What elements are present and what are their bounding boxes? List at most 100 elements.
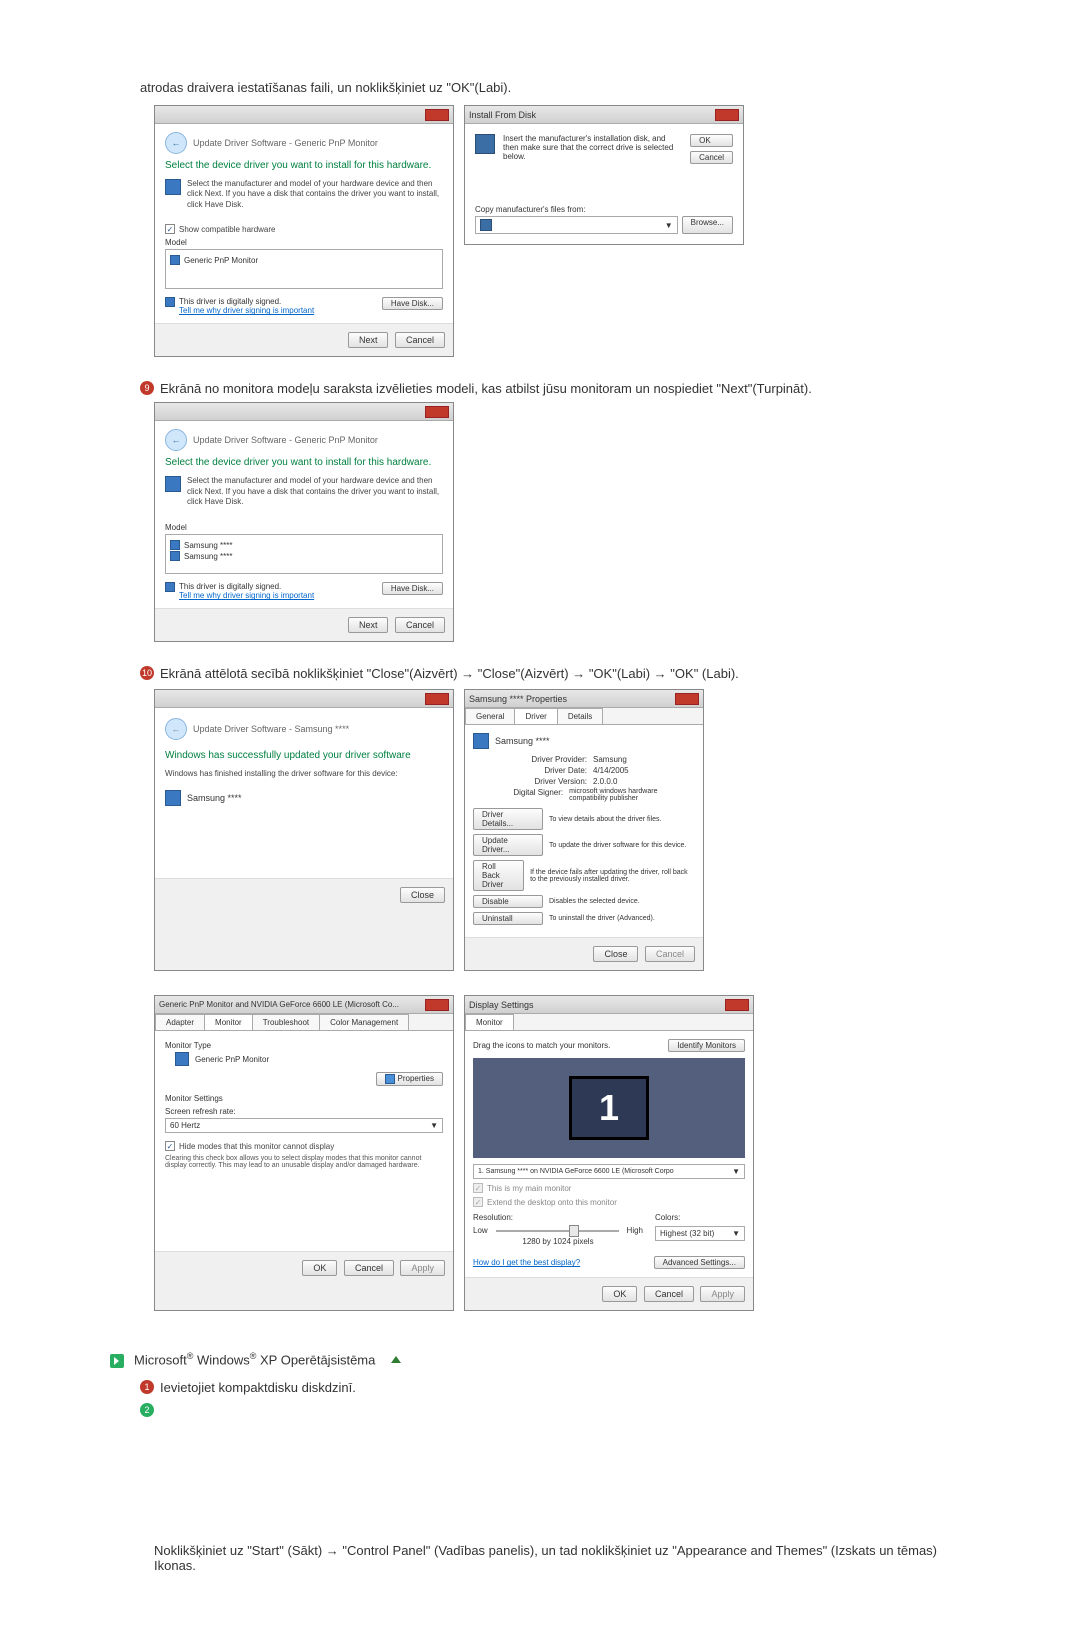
ok-button[interactable]: OK: [690, 134, 733, 147]
hide-modes-check[interactable]: ✓ Hide modes that this monitor cannot di…: [165, 1141, 443, 1151]
model-item[interactable]: Samsung ****: [184, 541, 232, 550]
chevron-down-icon[interactable]: ▼: [732, 1229, 740, 1238]
identify-button[interactable]: Identify Monitors: [668, 1039, 745, 1052]
step-10-text: Ekrānā attēlotā secībā noklikšķiniet "Cl…: [160, 666, 739, 681]
have-disk-button[interactable]: Have Disk...: [382, 297, 443, 310]
disk-icon: [475, 134, 495, 154]
os-prefix: Microsoft: [134, 1353, 187, 1368]
signing-link[interactable]: Tell me why driver signing is important: [179, 306, 314, 315]
extend-label: Extend the desktop onto this monitor: [487, 1198, 617, 1207]
display-settings-window: Display Settings Monitor Drag the icons …: [464, 995, 754, 1311]
cancel-button[interactable]: Cancel: [690, 151, 733, 164]
shield-icon: [165, 297, 175, 307]
tab-general[interactable]: General: [465, 708, 515, 724]
have-disk-button[interactable]: Have Disk...: [382, 582, 443, 595]
provider-value: Samsung: [593, 755, 627, 764]
rollback-button[interactable]: Roll Back Driver: [473, 860, 524, 891]
monitor-tab-window: Generic PnP Monitor and NVIDIA GeForce 6…: [154, 995, 454, 1311]
resolution-slider[interactable]: [496, 1230, 619, 1232]
close-button[interactable]: Close: [400, 887, 445, 903]
back-icon[interactable]: ←: [165, 132, 187, 154]
close-icon[interactable]: [425, 109, 449, 121]
slider-thumb[interactable]: [569, 1225, 579, 1237]
cancel-button[interactable]: Cancel: [395, 617, 445, 633]
next-button[interactable]: Next: [348, 617, 389, 633]
success-window: ← Update Driver Software - Samsung **** …: [154, 689, 454, 971]
ok-button[interactable]: OK: [602, 1286, 637, 1302]
window-title: Install From Disk: [469, 110, 536, 120]
wizard-subtext: Select the manufacturer and model of you…: [187, 476, 443, 507]
monitor-1-icon[interactable]: 1: [569, 1076, 649, 1140]
monitor-preview[interactable]: 1: [473, 1058, 745, 1158]
path-combo[interactable]: ▼: [475, 216, 678, 234]
update-driver-button[interactable]: Update Driver...: [473, 834, 543, 856]
breadcrumb: Update Driver Software - Generic PnP Mon…: [193, 138, 378, 148]
cancel-button[interactable]: Cancel: [344, 1260, 394, 1276]
tabbar: Adapter Monitor Troubleshoot Color Manag…: [155, 1014, 453, 1031]
close-icon[interactable]: [425, 406, 449, 418]
wizard-heading: Select the device driver you want to ins…: [165, 160, 443, 171]
close-icon[interactable]: [425, 999, 449, 1011]
model-item[interactable]: Generic PnP Monitor: [184, 256, 258, 265]
close-icon[interactable]: [675, 693, 699, 705]
version-value: 2.0.0.0: [593, 777, 617, 786]
advanced-button[interactable]: Advanced Settings...: [654, 1256, 745, 1269]
signer-label: Digital Signer:: [473, 788, 569, 802]
close-icon[interactable]: [715, 109, 739, 121]
xp-paragraph: Noklikšķiniet uz "Start" (Sākt) → "Contr…: [154, 1543, 940, 1573]
extend-check: ✓ Extend the desktop onto this monitor: [473, 1197, 745, 1207]
driver-details-desc: To view details about the driver files.: [549, 816, 661, 823]
properties-button[interactable]: Properties: [376, 1072, 443, 1086]
browse-button[interactable]: Browse...: [682, 216, 733, 234]
next-button[interactable]: Next: [348, 332, 389, 348]
up-arrow-icon[interactable]: [391, 1356, 401, 1363]
step-1-bullet: 1: [140, 1380, 154, 1394]
model-list[interactable]: Samsung **** Samsung ****: [165, 534, 443, 574]
best-display-link[interactable]: How do I get the best display?: [473, 1258, 580, 1267]
refresh-combo[interactable]: 60 Hertz ▼: [165, 1118, 443, 1133]
model-list[interactable]: Generic PnP Monitor: [165, 249, 443, 289]
monitor-settings-label: Monitor Settings: [165, 1094, 443, 1103]
colors-combo[interactable]: Highest (32 bit) ▼: [655, 1226, 745, 1241]
model-item[interactable]: Samsung ****: [184, 552, 232, 561]
signing-link[interactable]: Tell me why driver signing is important: [179, 591, 314, 600]
cancel-button[interactable]: Cancel: [395, 332, 445, 348]
date-label: Driver Date:: [473, 766, 593, 775]
tab-monitor[interactable]: Monitor: [204, 1014, 253, 1030]
disk-icon: [480, 219, 492, 231]
signed-text: This driver is digitally signed.: [179, 582, 314, 591]
chevron-down-icon[interactable]: ▼: [430, 1121, 438, 1130]
hide-modes-desc: Clearing this check box allows you to se…: [165, 1155, 443, 1169]
cancel-button[interactable]: Cancel: [644, 1286, 694, 1302]
disable-button[interactable]: Disable: [473, 895, 543, 908]
ok-button[interactable]: OK: [302, 1260, 337, 1276]
wizard-heading: Select the device driver you want to ins…: [165, 457, 443, 468]
tab-details[interactable]: Details: [557, 708, 603, 724]
tab-troubleshoot[interactable]: Troubleshoot: [252, 1014, 320, 1030]
row-3: ← Update Driver Software - Samsung **** …: [154, 689, 940, 971]
tab-monitor[interactable]: Monitor: [465, 1014, 514, 1030]
tab-driver[interactable]: Driver: [514, 708, 557, 724]
chevron-down-icon[interactable]: ▼: [732, 1167, 740, 1176]
show-compatible-check[interactable]: ✓ Show compatible hardware: [165, 224, 443, 234]
install-msg: Insert the manufacturer's installation d…: [503, 134, 682, 164]
back-icon[interactable]: ←: [165, 429, 187, 451]
close-icon[interactable]: [425, 693, 449, 705]
device-icon: [165, 790, 181, 806]
os-suffix: XP Operētājsistēma: [256, 1353, 375, 1368]
tab-color[interactable]: Color Management: [319, 1014, 409, 1030]
close-icon[interactable]: [725, 999, 749, 1011]
install-from-disk-window: Install From Disk Insert the manufacture…: [464, 105, 744, 245]
resolution-value: 1280 by 1024 pixels: [473, 1237, 643, 1246]
chevron-down-icon[interactable]: ▼: [665, 221, 673, 230]
driver-details-button[interactable]: Driver Details...: [473, 808, 543, 830]
drag-text: Drag the icons to match your monitors.: [473, 1041, 610, 1050]
tabbar: General Driver Details: [465, 708, 703, 725]
tab-adapter[interactable]: Adapter: [155, 1014, 205, 1030]
monitor-select[interactable]: 1. Samsung **** on NVIDIA GeForce 6600 L…: [473, 1164, 745, 1179]
colors-value: Highest (32 bit): [660, 1229, 714, 1238]
close-button[interactable]: Close: [593, 946, 638, 962]
model-header: Model: [165, 238, 443, 247]
uninstall-button[interactable]: Uninstall: [473, 912, 543, 925]
success-heading: Windows has successfully updated your dr…: [165, 750, 443, 761]
